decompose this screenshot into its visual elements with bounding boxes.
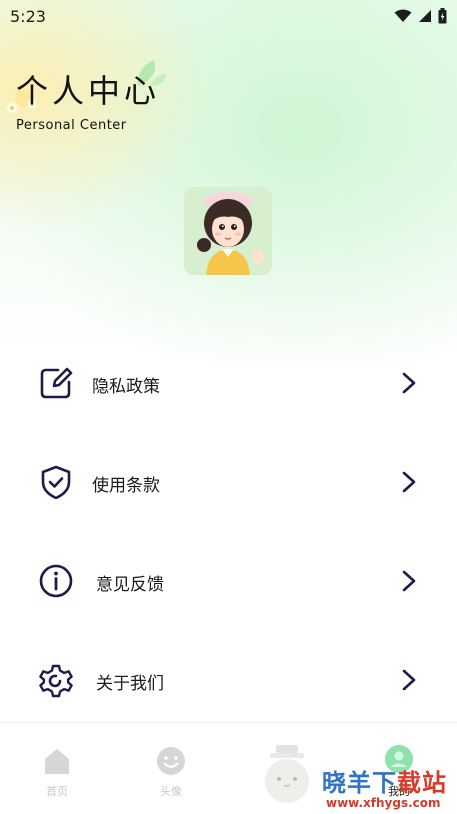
page-subtitle: Personal Center [16, 118, 127, 133]
tab-avatar[interactable]: 头像 [131, 723, 211, 814]
chevron-right-icon [402, 372, 416, 394]
status-icons [394, 8, 447, 24]
tab-center[interactable] [246, 723, 326, 814]
watermark-title: 晓羊下载站 [322, 763, 447, 798]
gear-icon [39, 664, 73, 698]
avatar-illustration [184, 187, 272, 275]
menu-label-about-us: 关于我们 [96, 674, 164, 694]
shield-check-icon [41, 465, 71, 500]
watermark-title-blue: 晓羊下 [322, 769, 397, 797]
status-time: 5:23 [10, 6, 46, 26]
signal-icon [419, 10, 431, 22]
battery-icon [438, 8, 447, 24]
tab-home[interactable]: 首页 [17, 723, 97, 814]
header-background [0, 0, 457, 360]
avatar[interactable] [184, 187, 272, 275]
menu-item-privacy-policy[interactable]: 隐私政策 [0, 333, 457, 433]
menu-item-terms-of-use[interactable]: 使用条款 [0, 432, 457, 532]
edit-icon [40, 367, 73, 399]
watermark-url: www.xfhygs.com [326, 796, 441, 810]
status-bar: 5:23 [0, 0, 457, 32]
page-title: 个人中心 [16, 72, 161, 110]
chevron-right-icon [402, 570, 416, 592]
chevron-right-icon [402, 471, 416, 493]
menu-item-about-us[interactable]: 关于我们 [0, 630, 457, 730]
menu-item-feedback[interactable]: 意见反馈 [0, 531, 457, 631]
menu-label-terms-of-use: 使用条款 [92, 476, 160, 496]
watermark-title-red: 载站 [397, 769, 447, 797]
bottom-tab-bar: 首页 头像 我的 晓羊下载站 www.xfhygs.com [0, 722, 457, 814]
wifi-icon [394, 9, 412, 22]
home-icon [45, 749, 69, 774]
watermark: 晓羊下载站 www.xfhygs.com [322, 763, 447, 810]
menu-label-privacy-policy: 隐私政策 [92, 377, 160, 397]
smiley-icon [157, 747, 185, 775]
tab-label-home: 首页 [46, 785, 68, 798]
chevron-right-icon [402, 669, 416, 691]
menu-label-feedback: 意见反馈 [96, 575, 164, 595]
info-icon [39, 564, 73, 598]
center-mascot-icon [265, 745, 309, 803]
tab-label-avatar: 头像 [160, 785, 182, 798]
